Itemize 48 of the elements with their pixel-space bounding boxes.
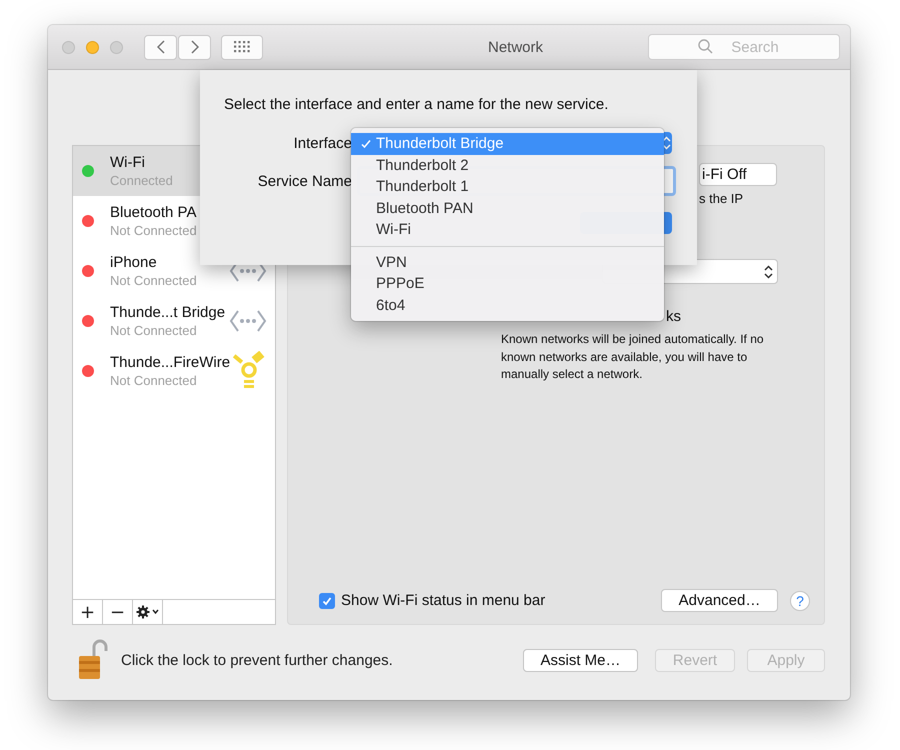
ethernet-icon [229, 309, 267, 333]
menu-item[interactable]: Thunderbolt 1 [351, 176, 664, 198]
checkmark-icon [361, 139, 371, 149]
menu-item[interactable]: Bluetooth PAN [351, 198, 664, 219]
gear-icon [136, 605, 160, 619]
check-icon [322, 596, 332, 606]
service-status: Not Connected [110, 222, 198, 238]
service-name: Wi-Fi [110, 154, 146, 172]
search-icon [698, 39, 713, 54]
service-status: Not Connected [110, 272, 198, 288]
minimize-button[interactable] [86, 40, 99, 54]
assist-button[interactable]: Assist Me… [523, 648, 638, 672]
interface-label: Interface [292, 134, 352, 152]
menu-item[interactable]: VPN [351, 252, 664, 273]
service-item[interactable]: Thunde...FireWire Not Connected [73, 346, 275, 396]
stepper-icon [764, 264, 773, 278]
service-name: Thunde...t Bridge [110, 304, 226, 322]
service-status: Not Connected [110, 322, 198, 338]
stepper-icon [662, 136, 671, 150]
forward-icon [190, 40, 198, 54]
menu-item[interactable]: PPPoE [351, 273, 664, 294]
service-status: Not Connected [110, 372, 198, 388]
status-text: s the IP [699, 191, 744, 206]
forward-button[interactable] [178, 34, 211, 60]
show-all-button[interactable] [221, 34, 263, 60]
show-status-label: Show Wi-Fi status in menu bar [341, 592, 546, 609]
show-status-checkbox[interactable] [319, 592, 335, 608]
auto-join-note: Known networks will be joined automatically. If no known networks are available, you will have to manually select a network. [501, 331, 765, 383]
window-title: Network [486, 38, 544, 56]
service-name: Thunde...FireWire [110, 354, 231, 372]
help-button[interactable]: ? [790, 590, 810, 610]
wifi-off-button[interactable]: i-Fi Off [699, 163, 777, 186]
firewire-icon [231, 351, 267, 391]
back-button[interactable] [144, 34, 177, 60]
menu-item[interactable]: Wi-Fi [351, 219, 664, 240]
advanced-button[interactable]: Advanced… [661, 589, 778, 612]
sheet-prompt: Select the interface and enter a name for the new service. [224, 96, 608, 113]
menu-item[interactable]: 6to4 [351, 294, 664, 316]
service-item[interactable]: Thunde...t Bridge Not Connected [73, 296, 275, 346]
back-icon [156, 40, 164, 54]
service-name: Bluetooth PA [110, 204, 198, 222]
menu-item[interactable]: Thunderbolt 2 [351, 154, 664, 176]
grid-icon [234, 41, 250, 53]
search-field[interactable]: Search [648, 34, 840, 60]
option-label: ks [666, 308, 681, 325]
service-name: iPhone [110, 254, 158, 272]
lock-icon [78, 639, 108, 681]
lock-message: Click the lock to prevent further changes. [121, 652, 394, 668]
